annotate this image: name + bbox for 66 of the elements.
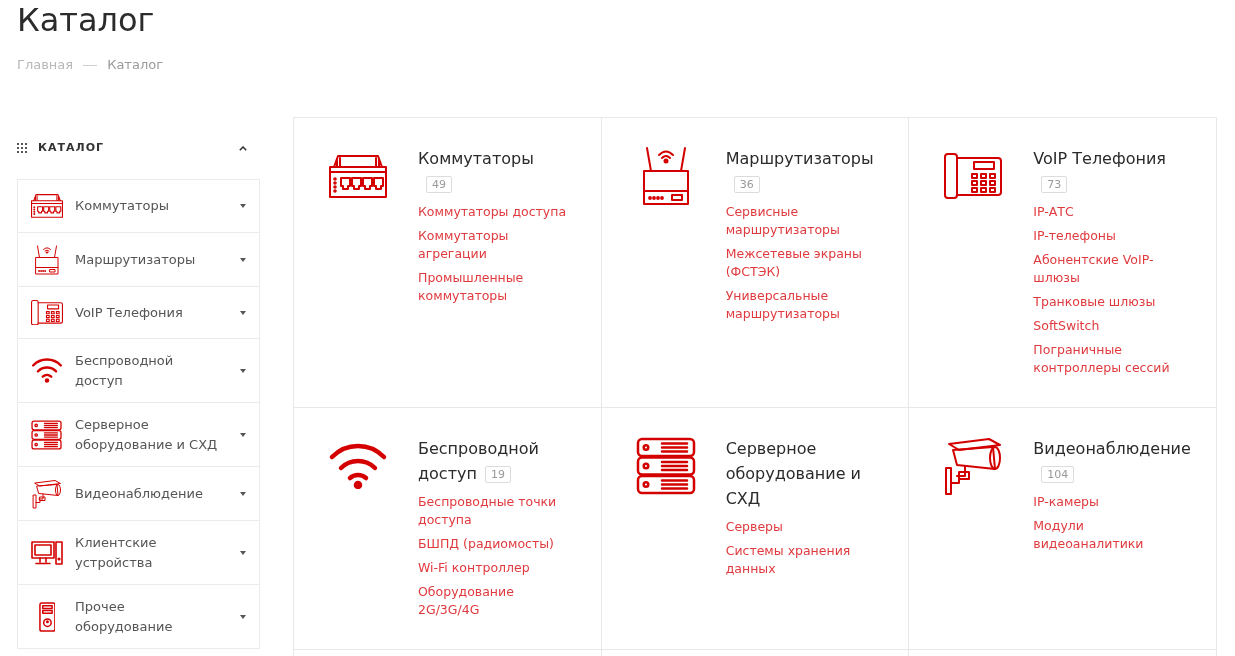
caret-down-icon[interactable] (240, 204, 246, 208)
caret-down-icon[interactable] (240, 257, 246, 262)
category-link[interactable]: Серверное оборудование и СХД (725, 436, 872, 511)
subcategory-link[interactable]: IP-телефоны (1033, 227, 1116, 245)
subcategory-link[interactable]: IP-камеры (1033, 493, 1099, 511)
network-switch-icon (329, 153, 387, 199)
category-link[interactable]: VoIP Телефония 73 (1033, 146, 1180, 196)
security-camera-icon (943, 436, 1004, 496)
sidebar-item[interactable]: Прочее оборудование (18, 584, 259, 648)
subcategory-link[interactable]: Серверы (725, 518, 783, 536)
current-page-text: Каталог (107, 56, 163, 74)
subcategory-link[interactable]: Коммутаторы доступа (418, 203, 567, 221)
caret-down-icon[interactable] (240, 550, 246, 555)
sidebar-item[interactable]: Серверное оборудование и СХД (18, 402, 259, 466)
count-badge: 49 (426, 176, 452, 193)
desktop-computer-icon (31, 540, 63, 565)
subcategory-link[interactable]: SoftSwitch (1033, 317, 1100, 335)
sidebar-title: КАТАЛОГ (38, 141, 105, 155)
sidebar-item[interactable]: Беспроводной доступ (18, 338, 259, 402)
subcategory-link[interactable]: Транковые шлюзы (1033, 293, 1156, 311)
caret-down-icon[interactable] (240, 310, 246, 315)
subcategory-link[interactable]: Модули видеоаналитики (1033, 517, 1189, 553)
security-camera-icon (32, 478, 62, 509)
sidebar-item[interactable]: Маршрутизаторы (18, 232, 259, 286)
subcategory-link[interactable]: Универсальные маршрутизаторы (725, 287, 881, 323)
count-badge: 19 (484, 466, 511, 483)
subcategory-link[interactable]: Оборудование 2G/3G/4G (418, 583, 573, 619)
server-stack-icon (635, 437, 696, 495)
subcategory-link[interactable]: Пограничные контроллеры сессий (1033, 341, 1189, 377)
wifi-icon (328, 443, 388, 489)
sidebar-item[interactable]: Видеонаблюдение (18, 466, 259, 520)
subcategory-link[interactable]: Межсетевые экраны (ФСТЭК) (725, 245, 881, 281)
subcategory-link[interactable]: Абонентские VoIP-шлюзы (1033, 251, 1189, 287)
subcategory-link[interactable]: Wi-Fi контроллер (418, 559, 530, 577)
category-link[interactable]: Беспроводной доступ 19 (418, 436, 564, 486)
pc-tower-icon (38, 601, 56, 632)
sidebar-item[interactable]: Коммутаторы (18, 180, 259, 232)
category-link[interactable]: Маршрутизаторы 36 (725, 146, 874, 196)
page-title: Каталог (17, 0, 155, 40)
grid-dots-icon (17, 143, 27, 153)
category-link[interactable]: Видеонаблюдение 104 (1033, 436, 1191, 486)
subcategory-link[interactable]: Коммутаторы агрегации (418, 227, 573, 263)
router-icon (641, 146, 690, 206)
subcategory-link[interactable]: Промышленные коммутаторы (418, 269, 573, 305)
caret-down-icon[interactable] (240, 491, 246, 496)
caret-down-icon[interactable] (240, 614, 246, 619)
server-stack-icon (31, 419, 63, 450)
desk-phone-icon (31, 299, 63, 326)
wifi-icon (31, 358, 63, 383)
subcategory-link[interactable]: БШПД (радиомосты) (418, 535, 554, 553)
subcategory-link[interactable]: Системы хранения данных (725, 542, 881, 578)
chevron-up-icon[interactable] (239, 145, 247, 151)
network-switch-icon (31, 193, 63, 219)
count-badge: 104 (1041, 466, 1075, 483)
desk-phone-icon (944, 153, 1003, 199)
router-icon (35, 244, 59, 275)
caret-down-icon[interactable] (240, 432, 246, 437)
sidebar-item[interactable]: Клиентские устройства (18, 520, 259, 584)
caret-down-icon[interactable] (240, 368, 246, 373)
subcategory-link[interactable]: Сервисные маршрутизаторы (725, 203, 881, 239)
sidebar-item[interactable]: VoIP Телефония (18, 286, 259, 338)
subcategory-link[interactable]: IP-АТС (1033, 203, 1074, 221)
subcategory-link[interactable]: Беспроводные точки доступа (418, 493, 573, 529)
count-badge: 36 (733, 176, 760, 193)
count-badge: 73 (1041, 176, 1068, 193)
category-link[interactable]: Коммутаторы 49 (418, 146, 564, 196)
